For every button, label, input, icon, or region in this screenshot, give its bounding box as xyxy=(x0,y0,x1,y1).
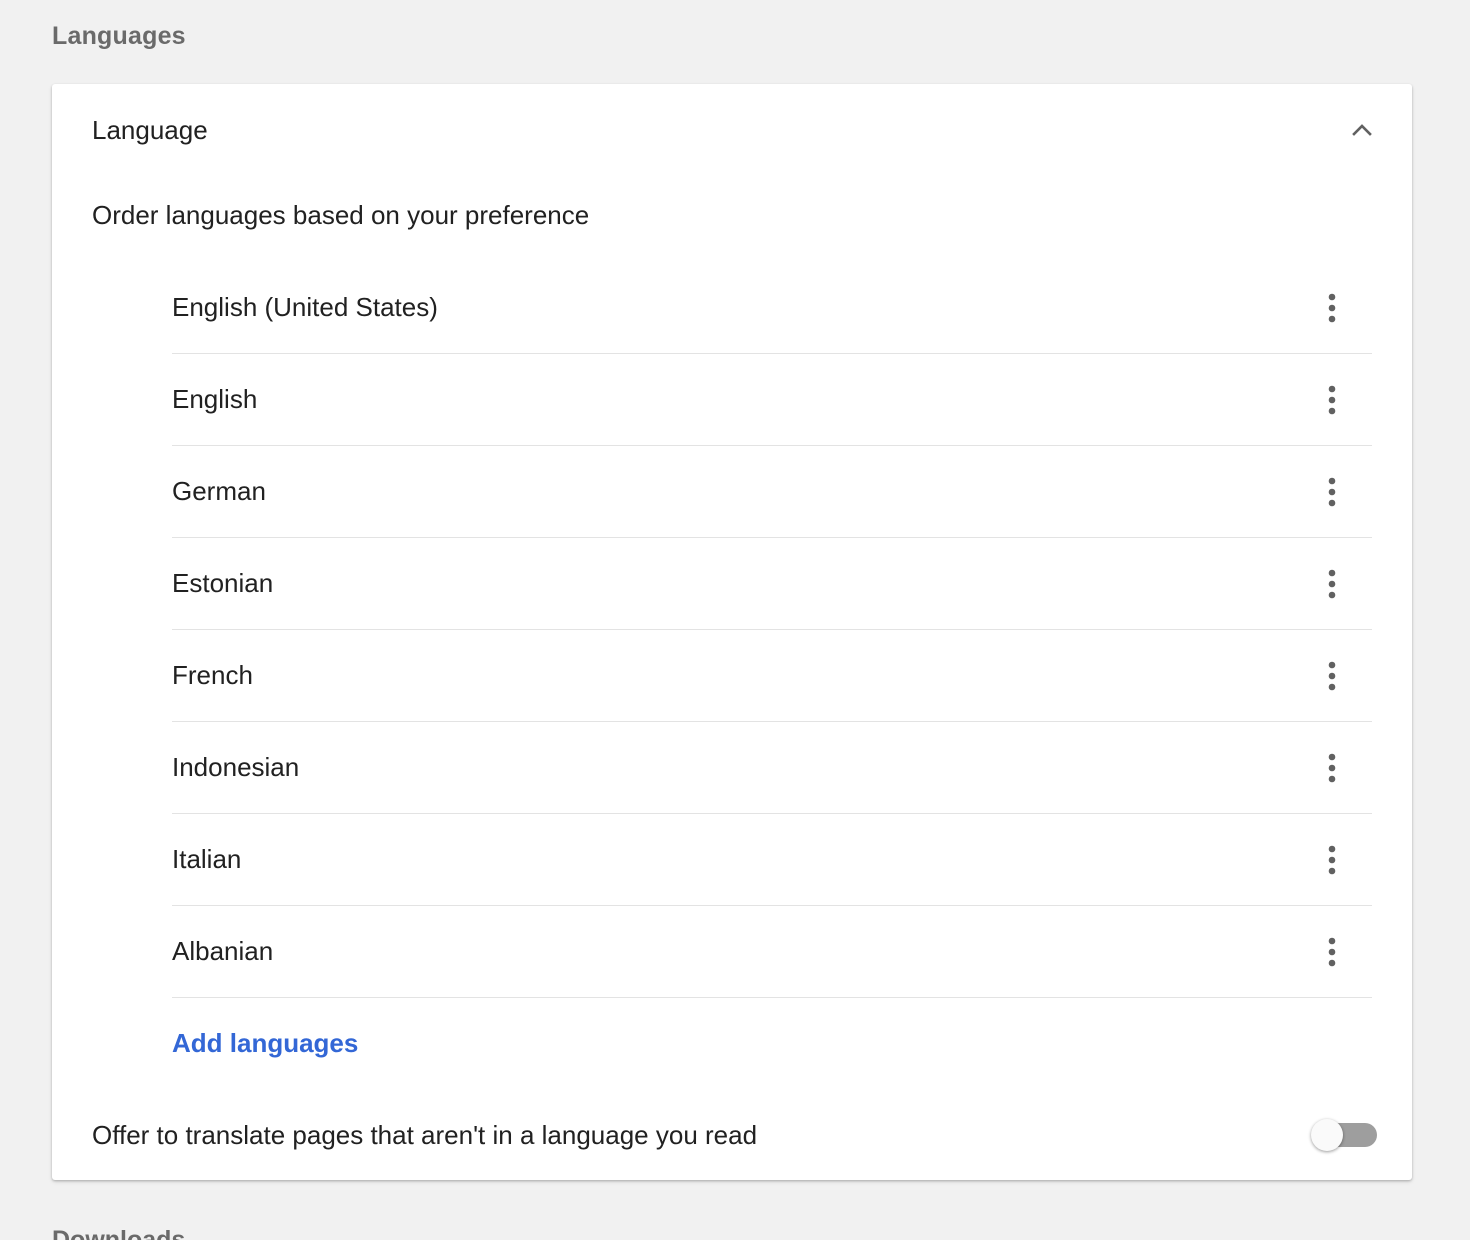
add-languages-link[interactable]: Add languages xyxy=(172,1028,358,1059)
language-label: Albanian xyxy=(172,936,274,966)
language-menu-button[interactable] xyxy=(1312,748,1352,788)
collapse-button[interactable] xyxy=(1342,110,1382,150)
language-menu-button[interactable] xyxy=(1312,656,1352,696)
language-label: French xyxy=(172,660,253,690)
language-header-title: Language xyxy=(92,114,208,145)
language-row: Estonian xyxy=(172,538,1372,630)
language-row: Indonesian xyxy=(172,722,1372,814)
more-vert-icon xyxy=(1328,753,1336,782)
language-menu-button[interactable] xyxy=(1312,472,1352,512)
order-instructions: Order languages based on your preference xyxy=(92,200,590,230)
languages-card: Language Order languages based on your p… xyxy=(52,84,1412,1180)
more-vert-icon xyxy=(1328,845,1336,874)
next-section-title: Downloads xyxy=(52,1226,186,1240)
language-menu-button[interactable] xyxy=(1312,288,1352,328)
settings-page: Languages Language Order languages based… xyxy=(0,0,1470,1240)
translate-label: Offer to translate pages that aren't in … xyxy=(92,1119,758,1150)
language-row: English xyxy=(172,354,1372,446)
language-row: English (United States) xyxy=(172,262,1372,354)
language-label: German xyxy=(172,476,266,506)
toggle-knob xyxy=(1311,1119,1343,1151)
more-vert-icon xyxy=(1328,293,1336,322)
language-label: English xyxy=(172,384,258,414)
language-label: Estonian xyxy=(172,568,274,598)
chevron-up-icon xyxy=(1352,124,1372,136)
more-vert-icon xyxy=(1328,385,1336,414)
section-title: Languages xyxy=(52,22,186,50)
language-list: English (United States) English German E… xyxy=(172,262,1372,998)
translate-setting-row: Offer to translate pages that aren't in … xyxy=(92,1114,1377,1156)
language-menu-button[interactable] xyxy=(1312,932,1352,972)
more-vert-icon xyxy=(1328,569,1336,598)
language-row: German xyxy=(172,446,1372,538)
language-menu-button[interactable] xyxy=(1312,840,1352,880)
language-expander-header[interactable]: Language xyxy=(92,110,1382,150)
language-row: Albanian xyxy=(172,906,1372,998)
language-label: Italian xyxy=(172,844,242,874)
more-vert-icon xyxy=(1328,477,1336,506)
language-row: French xyxy=(172,630,1372,722)
language-label: Indonesian xyxy=(172,752,300,782)
language-menu-button[interactable] xyxy=(1312,380,1352,420)
language-row: Italian xyxy=(172,814,1372,906)
more-vert-icon xyxy=(1328,661,1336,690)
language-label: English (United States) xyxy=(172,292,438,322)
more-vert-icon xyxy=(1328,937,1336,966)
translate-toggle[interactable] xyxy=(1311,1118,1377,1152)
language-menu-button[interactable] xyxy=(1312,564,1352,604)
